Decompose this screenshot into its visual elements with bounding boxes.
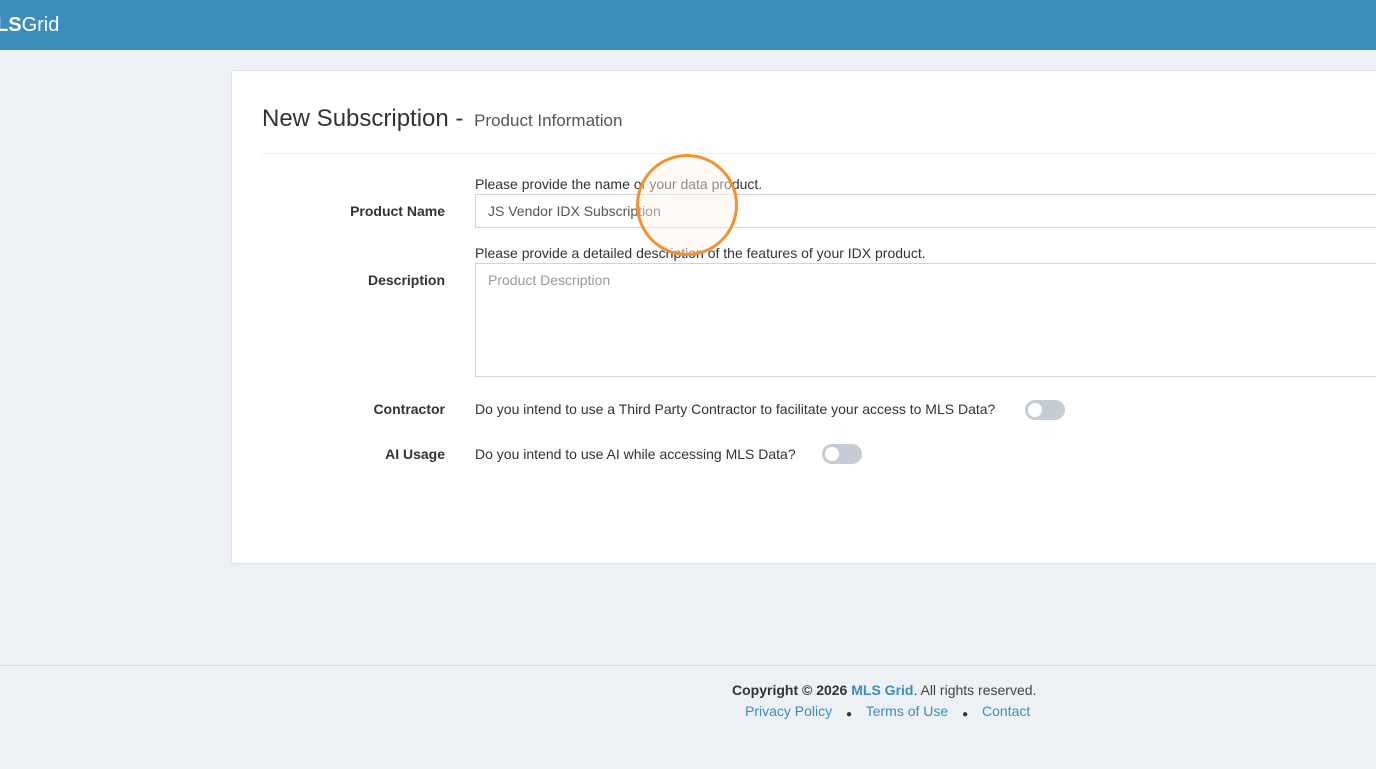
contractor-question: Do you intend to use a Third Party Contr… [475, 401, 996, 417]
copyright-text: Copyright © 2026 MLS Grid. All rights re… [732, 682, 1037, 698]
product-name-label: Product Name [350, 203, 445, 219]
brand-logo[interactable]: LSGrid [0, 13, 59, 37]
ai-usage-question: Do you intend to use AI while accessing … [475, 446, 796, 462]
bullet-separator: ● [846, 709, 853, 720]
brand-link[interactable]: MLS Grid [851, 682, 913, 698]
bullet-separator: ● [962, 709, 969, 720]
description-label: Description [367, 272, 445, 288]
contractor-toggle[interactable] [1025, 400, 1065, 420]
toggle-knob [1028, 403, 1042, 417]
page-subtitle: Product Information [474, 111, 623, 130]
footer-links: Privacy Policy ● Terms of Use ● Contact [745, 703, 1030, 720]
subscription-form-card: New Subscription - Product Information P… [231, 70, 1376, 564]
terms-of-use-link[interactable]: Terms of Use [866, 703, 948, 719]
privacy-policy-link[interactable]: Privacy Policy [745, 703, 832, 719]
toggle-knob [825, 447, 839, 461]
ai-usage-toggle[interactable] [822, 444, 862, 464]
product-name-input[interactable] [475, 194, 1376, 228]
top-navbar: LSGrid [0, 0, 1376, 50]
contact-link[interactable]: Contact [982, 703, 1030, 719]
product-name-help: Please provide the name of your data pro… [475, 176, 763, 192]
page-title: New Subscription - Product Information [262, 105, 623, 132]
title-divider [262, 153, 1376, 154]
description-textarea[interactable] [475, 263, 1376, 377]
description-help: Please provide a detailed description of… [475, 245, 926, 261]
ai-usage-label: AI Usage [385, 446, 445, 462]
footer-divider [0, 665, 1376, 666]
contractor-label: Contractor [373, 401, 445, 417]
